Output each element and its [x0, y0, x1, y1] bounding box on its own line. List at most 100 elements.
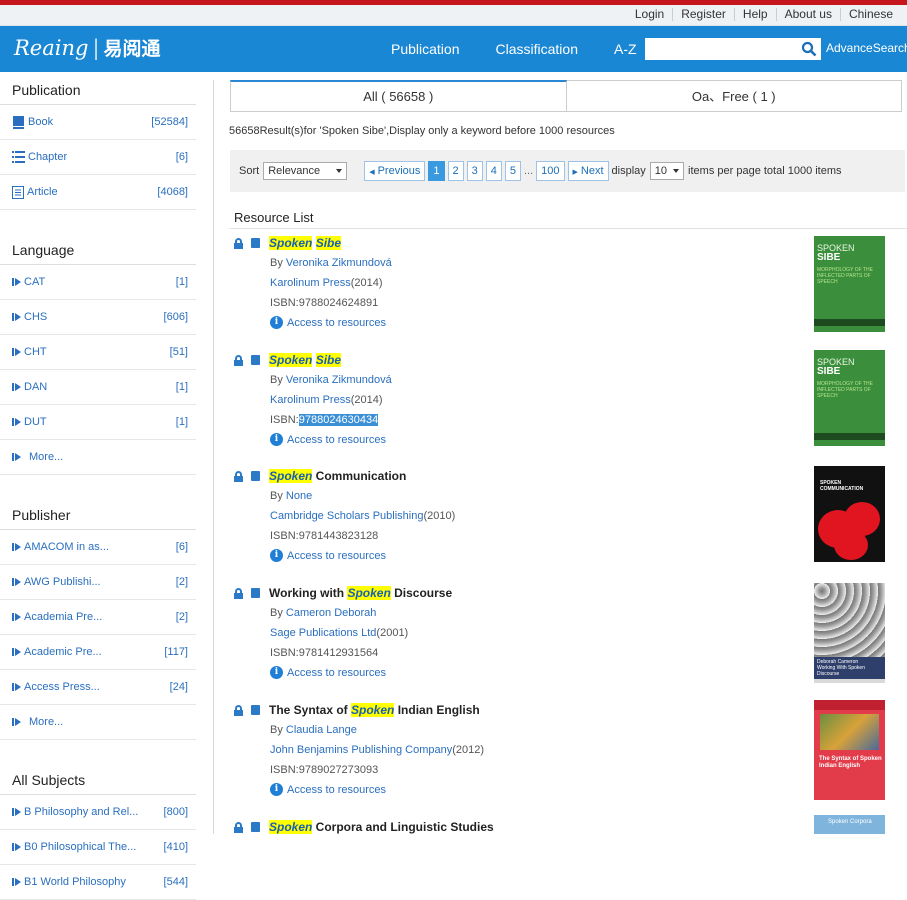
play-icon	[12, 453, 14, 461]
language-more-link[interactable]: More...	[0, 440, 196, 475]
access-resources-link[interactable]: i Access to resources	[270, 783, 386, 796]
play-icon	[12, 313, 14, 321]
result-publisher[interactable]: Karolinum Press(2014)	[270, 277, 383, 289]
result-isbn: ISBN:9781412931564	[270, 647, 379, 659]
page-4-button[interactable]: 4	[485, 161, 502, 181]
play-icon	[12, 683, 14, 691]
author-link[interactable]: Veronika Zikmundová	[286, 374, 392, 386]
filter-language-dut[interactable]: DUT [1]	[0, 405, 196, 440]
author-link[interactable]: None	[286, 490, 312, 502]
filter-subject[interactable]: B1 World Philosophy [544]	[0, 865, 196, 900]
play-icon	[12, 383, 14, 391]
result-tabs: All ( 56658 ) Oa、Free ( 1 )	[230, 80, 902, 112]
filter-book[interactable]: Book [52584]	[0, 105, 196, 140]
book-cover-image[interactable]: Spoken Corpora	[814, 815, 885, 834]
tab-all[interactable]: All ( 56658 )	[230, 80, 567, 112]
book-cover-image[interactable]: SPOKEN SIBE MORPHOLOGY OF THE INFLECTED P…	[814, 236, 885, 332]
info-icon: i	[270, 433, 283, 446]
search-input[interactable]	[645, 38, 803, 60]
result-count-text: 56658Result(s)for 'Spoken Sibe',Display …	[229, 125, 615, 137]
login-link[interactable]: Login	[627, 8, 672, 21]
next-page-button[interactable]: ▶ Next	[567, 161, 609, 181]
previous-page-button[interactable]: ◀ Previous	[364, 161, 426, 181]
book-cover-image[interactable]: The Syntax of Spoken Indian English	[814, 700, 885, 800]
pagination-bar: Sort Relevance ◀ Previous 1 2 3 4 5 ... 1…	[230, 150, 905, 192]
chinese-language-link[interactable]: Chinese	[839, 8, 901, 21]
result-title-link[interactable]: Spoken Sibe	[269, 236, 342, 250]
info-icon: i	[270, 316, 283, 329]
lock-icon	[234, 470, 243, 482]
author-link[interactable]: Claudia Lange	[286, 724, 357, 736]
display-label: display	[611, 165, 646, 177]
result-title-link[interactable]: The Syntax of Spoken Indian English	[269, 703, 480, 717]
access-resources-link[interactable]: i Access to resources	[270, 549, 386, 562]
lock-icon	[234, 821, 243, 833]
result-publisher[interactable]: Sage Publications Ltd(2001)	[270, 627, 408, 639]
tab-oa-free[interactable]: Oa、Free ( 1 )	[566, 80, 902, 112]
publisher-filter-title: Publisher	[0, 497, 196, 530]
document-icon	[12, 185, 24, 199]
book-icon	[251, 471, 260, 481]
about-us-link[interactable]: About us	[775, 8, 840, 21]
result-isbn: ISBN:9781443823128	[270, 530, 379, 542]
result-publisher[interactable]: Cambridge Scholars Publishing(2010)	[270, 510, 455, 522]
result-title-link[interactable]: Spoken Corpora and Linguistic Studies	[269, 820, 494, 834]
filter-subject[interactable]: B Philosophy and Rel... [800]	[0, 795, 196, 830]
filter-publisher[interactable]: Academia Pre... [2]	[0, 600, 196, 635]
result-publisher[interactable]: Karolinum Press(2014)	[270, 394, 383, 406]
nav-classification[interactable]: Classification	[496, 41, 578, 57]
book-icon	[251, 355, 260, 365]
result-author: By None	[270, 490, 313, 502]
book-cover-image[interactable]: SPOKEN SIBE MORPHOLOGY OF THE INFLECTED P…	[814, 350, 885, 446]
filter-language-cht[interactable]: CHT [51]	[0, 335, 196, 370]
site-logo[interactable]: Reaing | 易阅通	[14, 34, 161, 61]
per-page-select[interactable]: 10	[649, 162, 685, 180]
access-resources-link[interactable]: i Access to resources	[270, 316, 386, 329]
lock-icon	[234, 354, 243, 366]
main-nav-bar: Reaing | 易阅通 Publication Classification A-…	[0, 26, 907, 72]
filter-publisher[interactable]: Academic Pre... [117]	[0, 635, 196, 670]
page-5-button[interactable]: 5	[504, 161, 521, 181]
help-link[interactable]: Help	[733, 8, 776, 21]
filter-language-dan[interactable]: DAN [1]	[0, 370, 196, 405]
filter-publisher[interactable]: Access Press... [24]	[0, 670, 196, 705]
filter-publisher[interactable]: AMACOM in as... [6]	[0, 530, 196, 565]
page-3-button[interactable]: 3	[466, 161, 483, 181]
result-title-link[interactable]: Spoken Communication	[269, 469, 406, 483]
page-100-button[interactable]: 100	[536, 161, 565, 181]
book-cover-image[interactable]: SPOKEN COMMUNICATION	[814, 466, 885, 562]
author-link[interactable]: Veronika Zikmundová	[286, 257, 392, 269]
filter-language-chs[interactable]: CHS [606]	[0, 300, 196, 335]
book-cover-image[interactable]: Deborah Cameron Working With Spoken Disco…	[814, 583, 885, 683]
result-publisher[interactable]: John Benjamins Publishing Company(2012)	[270, 744, 484, 756]
result-title-link[interactable]: Working with Spoken Discourse	[269, 586, 452, 600]
play-icon	[12, 578, 14, 586]
filter-subject[interactable]: B0 Philosophical The... [410]	[0, 830, 196, 865]
book-icon	[13, 115, 24, 129]
book-icon	[251, 238, 260, 248]
result-author: By Veronika Zikmundová	[270, 257, 392, 269]
filter-article[interactable]: Article [4068]	[0, 175, 196, 210]
filter-publisher[interactable]: AWG Publishi... [2]	[0, 565, 196, 600]
info-icon: i	[270, 549, 283, 562]
publisher-more-link[interactable]: More...	[0, 705, 196, 740]
chevron-down-icon	[673, 169, 680, 173]
page-2-button[interactable]: 2	[447, 161, 464, 181]
access-resources-link[interactable]: i Access to resources	[270, 666, 386, 679]
advance-search-link[interactable]: AdvanceSearch	[826, 41, 907, 55]
search-icon[interactable]	[801, 41, 817, 57]
author-link[interactable]: Cameron Deborah	[286, 607, 377, 619]
sort-select[interactable]: Relevance	[263, 162, 348, 180]
page-1-button[interactable]: 1	[428, 161, 445, 181]
filter-language-cat[interactable]: CAT [1]	[0, 265, 196, 300]
register-link[interactable]: Register	[672, 8, 734, 21]
result-title-link[interactable]: Spoken Sibe	[269, 353, 342, 367]
nav-publication[interactable]: Publication	[391, 41, 460, 57]
nav-a-z[interactable]: A-Z	[614, 41, 637, 57]
access-resources-link[interactable]: i Access to resources	[270, 433, 386, 446]
play-icon	[12, 418, 14, 426]
play-icon	[12, 843, 14, 851]
left-arrow-icon: ◀	[369, 169, 375, 176]
filter-chapter[interactable]: Chapter [6]	[0, 140, 196, 175]
result-isbn: ISBN:9788024630434	[270, 414, 379, 426]
